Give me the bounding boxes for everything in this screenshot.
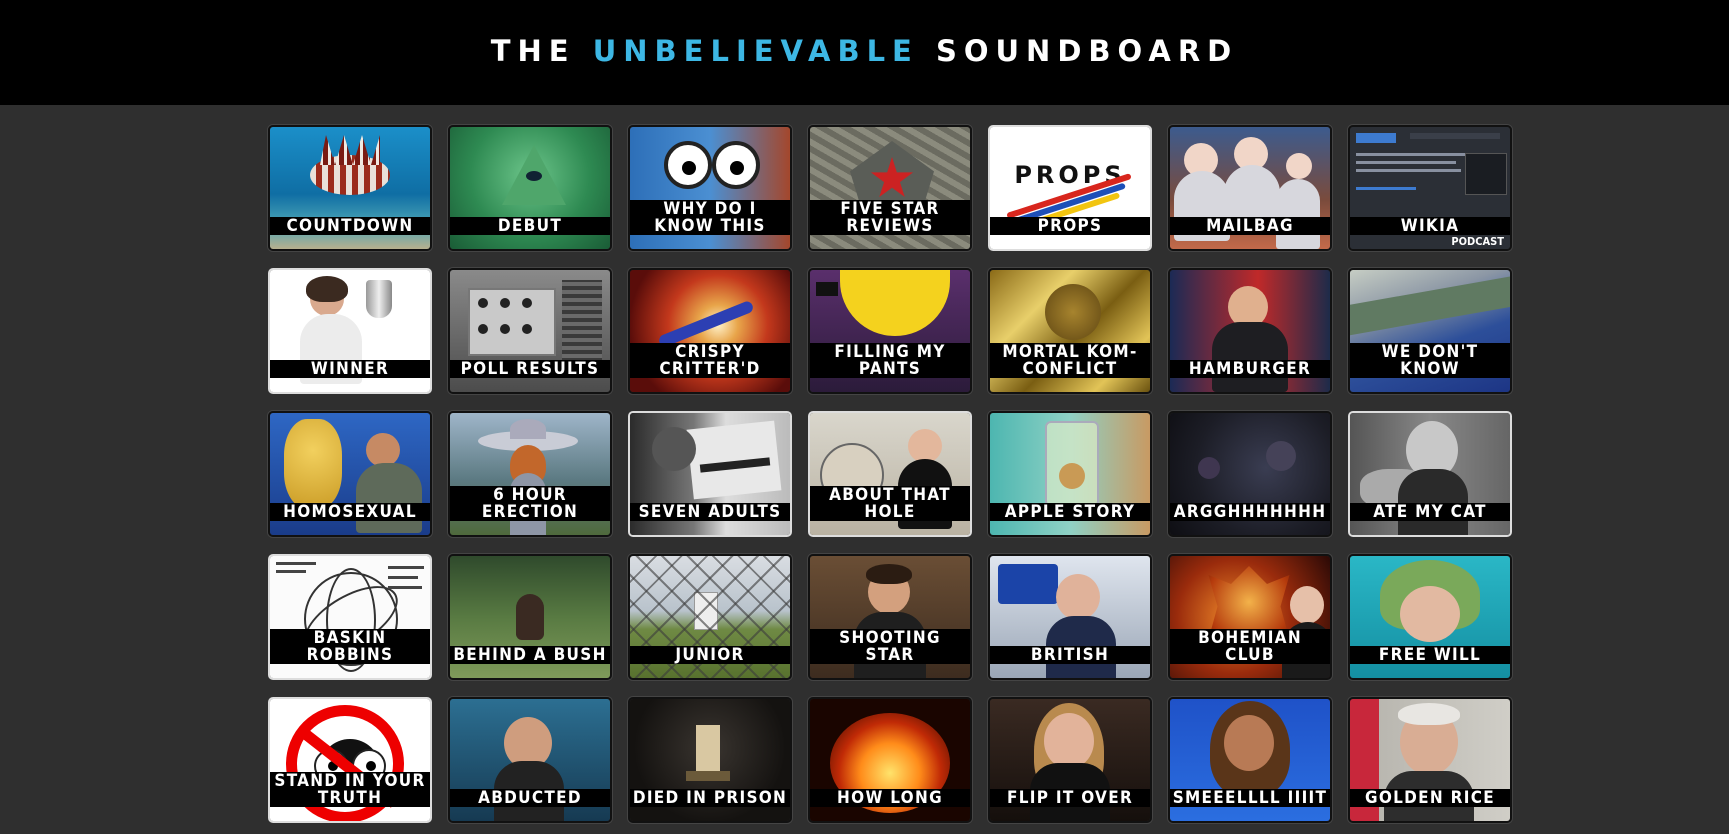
sound-label: SEVEN ADULTS (630, 503, 790, 521)
sound-button-countdown[interactable]: COUNTDOWN (268, 125, 432, 251)
sound-label: APPLE STORY (990, 503, 1150, 521)
sound-button-mortal-kom-conflict[interactable]: MORTAL KOM-CONFLICT (988, 268, 1152, 394)
sound-label: WHY DO I KNOW THIS (630, 200, 790, 235)
sound-button-smeeellll-iiiit[interactable]: SMEEELLLL IIIIT (1168, 697, 1332, 823)
sound-button-argghhhhhhh[interactable]: ARGGHHHHHHH (1168, 411, 1332, 537)
sound-button-we-dont-know[interactable]: WE DON'T KNOW (1348, 268, 1512, 394)
sound-button-died-in-prison[interactable]: DIED IN PRISON (628, 697, 792, 823)
sound-label: ABDUCTED (450, 789, 610, 807)
sound-label: MORTAL KOM-CONFLICT (990, 343, 1150, 378)
sound-label: COUNTDOWN (270, 217, 430, 235)
sound-label: DIED IN PRISON (630, 789, 790, 807)
sound-button-abducted[interactable]: ABDUCTED (448, 697, 612, 823)
sound-label: BOHEMIAN CLUB (1170, 629, 1330, 664)
sound-label: ARGGHHHHHHH (1170, 503, 1330, 521)
sound-label: ATE MY CAT (1350, 503, 1510, 521)
title-prefix: THE (490, 34, 576, 68)
sound-label: POLL RESULTS (450, 360, 610, 378)
sound-label: HOW LONG (810, 789, 970, 807)
sound-label: JUNIOR (630, 646, 790, 664)
sound-button-about-that-hole[interactable]: ABOUT THAT HOLE (808, 411, 972, 537)
sound-button-baskin-robbins[interactable]: BASKIN ROBBINS (268, 554, 432, 680)
sound-button-bohemian-club[interactable]: BOHEMIAN CLUB (1168, 554, 1332, 680)
sound-button-hamburger[interactable]: HAMBURGER (1168, 268, 1332, 394)
sound-button-behind-a-bush[interactable]: BEHIND A BUSH (448, 554, 612, 680)
sound-label: DEBUT (450, 217, 610, 235)
sound-label: GOLDEN RICE (1350, 789, 1510, 807)
title-accent: UNBELIEVABLE (592, 34, 919, 68)
sound-button-seven-adults[interactable]: SEVEN ADULTS (628, 411, 792, 537)
sound-label: FREE WILL (1350, 646, 1510, 664)
sound-label: PROPS (990, 217, 1150, 235)
sound-label: WIKIA (1350, 217, 1510, 235)
jar-shape (1045, 421, 1099, 507)
soundboard-grid: COUNTDOWN DEBUT WHY DO I KNOW THIS FIVE … (268, 125, 1512, 823)
sound-button-golden-rice[interactable]: GOLDEN RICE (1348, 697, 1512, 823)
sound-button-shooting-star[interactable]: SHOOTING STAR (808, 554, 972, 680)
sound-button-free-will[interactable]: FREE WILL (1348, 554, 1512, 680)
sound-button-how-long[interactable]: HOW LONG (808, 697, 972, 823)
sound-button-british[interactable]: BRITISH (988, 554, 1152, 680)
page-title: THE UNBELIEVABLE SOUNDBOARD (491, 34, 1238, 68)
sound-button-debut[interactable]: DEBUT (448, 125, 612, 251)
sound-label: CRISPY CRITTER'D (630, 343, 790, 378)
sound-button-props[interactable]: PROPS PROPS (988, 125, 1152, 251)
sound-button-crispy-critterd[interactable]: CRISPY CRITTER'D (628, 268, 792, 394)
sound-label: ABOUT THAT HOLE (810, 486, 970, 521)
eye-shape (526, 171, 542, 181)
sound-label: FIVE STAR REVIEWS (810, 200, 970, 235)
sound-button-five-star-reviews[interactable]: FIVE STAR REVIEWS (808, 125, 972, 251)
panel-shape (468, 288, 556, 356)
sound-label: WINNER (270, 360, 430, 378)
sound-button-stand-in-your-truth[interactable]: STAND IN YOUR TRUTH (268, 697, 432, 823)
sound-button-ate-my-cat[interactable]: ATE MY CAT (1348, 411, 1512, 537)
sound-label: FLIP IT OVER (990, 789, 1150, 807)
sound-button-apple-story[interactable]: APPLE STORY (988, 411, 1152, 537)
sound-button-homosexual[interactable]: HOMOSEXUAL (268, 411, 432, 537)
sound-button-junior[interactable]: JUNIOR (628, 554, 792, 680)
sound-label: FILLING MY PANTS (810, 343, 970, 378)
sound-label: BASKIN ROBBINS (270, 629, 430, 664)
sound-label: HOMOSEXUAL (270, 503, 430, 521)
sound-label: HAMBURGER (1170, 360, 1330, 378)
sound-label: BRITISH (990, 646, 1150, 664)
sound-button-why-do-i-know-this[interactable]: WHY DO I KNOW THIS (628, 125, 792, 251)
goggle-left (664, 141, 712, 189)
sound-label: 6 HOUR ERECTION (450, 486, 610, 521)
sound-button-poll-results[interactable]: POLL RESULTS (448, 268, 612, 394)
sound-button-6-hour-erection[interactable]: 6 HOUR ERECTION (448, 411, 612, 537)
sound-label: SMEEELLLL IIIIT (1170, 789, 1330, 807)
title-suffix: SOUNDBOARD (935, 34, 1239, 68)
sound-label: SHOOTING STAR (810, 629, 970, 664)
sound-button-filling-my-pants[interactable]: FILLING MY PANTS (808, 268, 972, 394)
sound-label: BEHIND A BUSH (450, 646, 610, 664)
sound-label: STAND IN YOUR TRUTH (270, 772, 430, 807)
sound-button-mailbag[interactable]: MAILBAG (1168, 125, 1332, 251)
sound-label: MAILBAG (1170, 217, 1330, 235)
sound-label: WE DON'T KNOW (1350, 343, 1510, 378)
goggle-right (712, 141, 760, 189)
sound-button-wikia[interactable]: WIKIA PODCAST (1348, 125, 1512, 251)
sound-button-flip-it-over[interactable]: FLIP IT OVER (988, 697, 1152, 823)
sound-button-winner[interactable]: WINNER (268, 268, 432, 394)
header: THE UNBELIEVABLE SOUNDBOARD (0, 0, 1729, 105)
podcast-caption: PODCAST (1451, 235, 1504, 248)
